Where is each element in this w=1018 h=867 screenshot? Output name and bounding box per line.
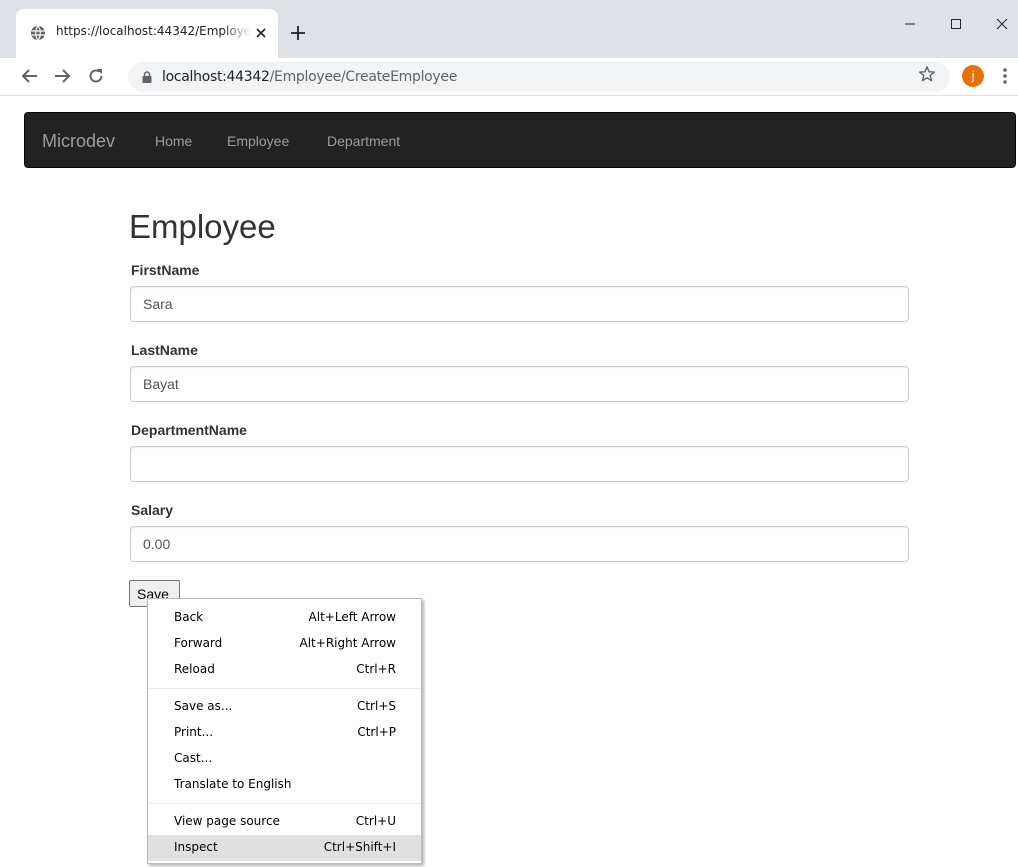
departmentname-label: DepartmentName <box>131 422 247 438</box>
new-tab-plus-icon[interactable] <box>289 24 307 42</box>
menu-item-shortcut: Ctrl+Shift+I <box>323 840 396 854</box>
menu-item-back[interactable]: Back Alt+Left Arrow <box>148 605 421 631</box>
menu-item-label: Print... <box>174 725 214 739</box>
menu-item-shortcut: Alt+Left Arrow <box>308 610 396 624</box>
menu-item-label: Cast... <box>174 751 213 765</box>
menu-item-label: Save as... <box>174 699 233 713</box>
firstname-input[interactable] <box>130 286 909 322</box>
menu-item-print[interactable]: Print... Ctrl+P <box>148 720 421 746</box>
globe-icon <box>31 25 45 41</box>
menu-item-label: View page source <box>174 814 280 828</box>
menu-item-forward[interactable]: Forward Alt+Right Arrow <box>148 631 421 657</box>
nav-link-home[interactable]: Home <box>155 133 192 149</box>
close-window-icon[interactable] <box>990 12 1014 36</box>
browser-toolbar: localhost:44342/Employee/CreateEmployee … <box>0 58 1018 96</box>
browser-tab[interactable]: https://localhost:44342/Employee/CreateE… <box>16 9 278 58</box>
departmentname-input[interactable] <box>130 446 909 482</box>
menu-item-label: Back <box>174 610 204 624</box>
profile-avatar[interactable]: j <box>962 65 984 87</box>
lastname-label: LastName <box>131 342 198 358</box>
url-host: localhost:44342 <box>162 69 270 85</box>
navbar-brand[interactable]: Microdev <box>42 131 115 152</box>
nav-link-department[interactable]: Department <box>327 133 400 149</box>
url-path: /Employee/CreateEmployee <box>269 69 458 85</box>
menu-item-label: Forward <box>174 636 223 650</box>
menu-item-reload[interactable]: Reload Ctrl+R <box>148 657 421 683</box>
address-bar[interactable]: localhost:44342/Employee/CreateEmployee <box>128 62 950 92</box>
menu-separator <box>148 688 421 689</box>
menu-item-shortcut: Ctrl+U <box>355 814 396 828</box>
menu-item-shortcut: Ctrl+S <box>356 699 396 713</box>
reload-icon[interactable] <box>86 66 106 86</box>
menu-item-shortcut: Alt+Right Arrow <box>299 636 396 650</box>
site-navbar: Microdev Home Employee Department <box>24 112 1016 168</box>
menu-item-inspect[interactable]: Inspect Ctrl+Shift+I <box>148 835 421 861</box>
page-title: Employee <box>129 208 276 245</box>
minimize-icon[interactable] <box>898 12 922 36</box>
lock-icon[interactable] <box>141 71 153 83</box>
menu-item-label: Reload <box>174 662 215 676</box>
url-text: localhost:44342/Employee/CreateEmployee <box>162 69 457 85</box>
context-menu: Back Alt+Left Arrow Forward Alt+Right Ar… <box>147 598 422 864</box>
menu-item-shortcut: Ctrl+P <box>357 725 396 739</box>
menu-item-label: Translate to English <box>174 777 292 791</box>
menu-item-save-as[interactable]: Save as... Ctrl+S <box>148 694 421 720</box>
more-options-icon[interactable] <box>998 66 1012 86</box>
menu-separator <box>148 803 421 804</box>
maximize-icon[interactable] <box>944 12 968 36</box>
menu-item-cast[interactable]: Cast... <box>148 746 421 772</box>
firstname-label: FirstName <box>131 262 200 278</box>
forward-arrow-icon[interactable] <box>52 66 72 86</box>
menu-item-view-source[interactable]: View page source Ctrl+U <box>148 809 421 835</box>
bookmark-star-icon[interactable] <box>918 65 936 83</box>
menu-item-translate[interactable]: Translate to English <box>148 772 421 798</box>
salary-label: Salary <box>131 502 174 518</box>
nav-link-employee[interactable]: Employee <box>227 133 289 149</box>
menu-item-label: Inspect <box>174 840 218 854</box>
tab-title: https://localhost:44342/Employee/CreateE… <box>56 24 252 38</box>
tab-strip: https://localhost:44342/Employee/CreateE… <box>0 0 1018 58</box>
close-tab-icon[interactable] <box>253 25 269 41</box>
salary-input[interactable] <box>130 526 909 562</box>
lastname-input[interactable] <box>130 366 909 402</box>
back-arrow-icon[interactable] <box>20 66 40 86</box>
menu-item-shortcut: Ctrl+R <box>356 662 396 676</box>
